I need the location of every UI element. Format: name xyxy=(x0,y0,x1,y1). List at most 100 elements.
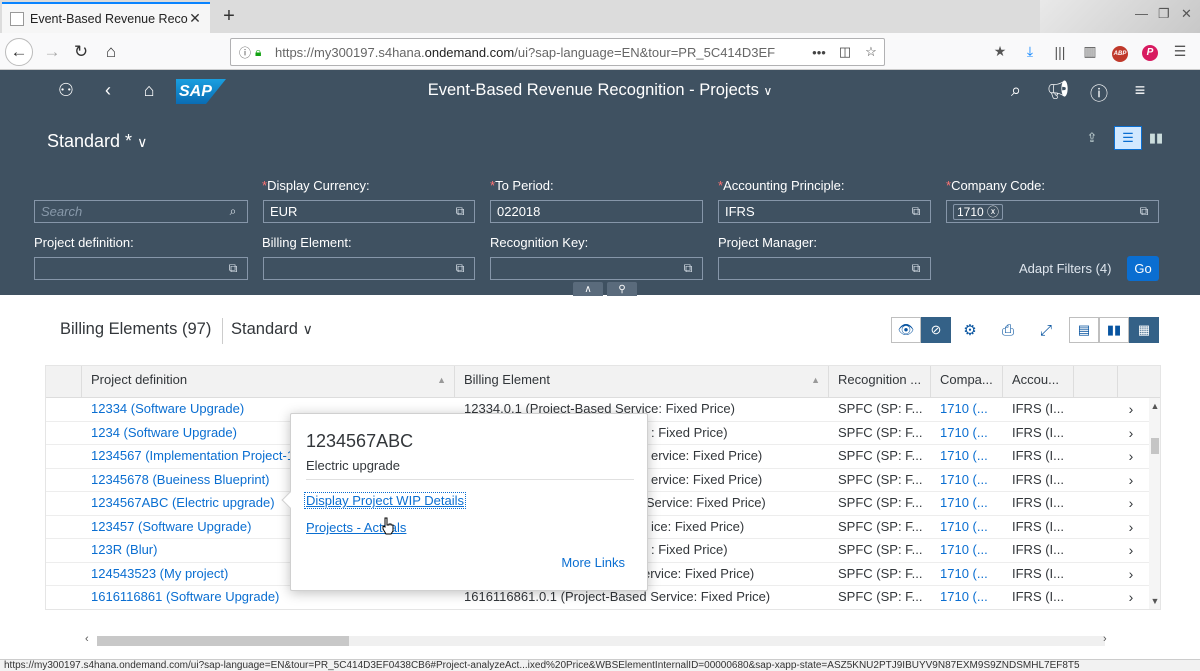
minimize-icon[interactable]: — xyxy=(1135,6,1148,21)
company-code-link[interactable]: 1710 (... xyxy=(931,469,1003,493)
scroll-down-icon[interactable]: ▼ xyxy=(1149,596,1160,606)
reload-icon[interactable]: ↻ xyxy=(67,38,95,66)
info-icon[interactable]: ⓘ xyxy=(239,44,255,61)
recognition-key-input[interactable]: ⧉ xyxy=(490,257,703,280)
lock-icon[interactable]: 🔒︎ xyxy=(255,45,271,60)
value-help-icon[interactable]: ⧉ xyxy=(908,261,924,276)
download-icon[interactable]: ⤓ xyxy=(1015,43,1045,60)
chart-table-view-icon[interactable]: ▤ xyxy=(1069,317,1099,343)
company-code-link[interactable]: 1710 (... xyxy=(931,516,1003,540)
pinterest-icon[interactable]: P xyxy=(1135,42,1165,61)
variant-selector[interactable]: Standard * ∨ xyxy=(47,131,147,152)
row-navigation-icon[interactable]: › xyxy=(1123,469,1139,491)
company-code-link[interactable]: 1710 (... xyxy=(931,586,1003,609)
company-code-link[interactable]: 1710 (... xyxy=(931,445,1003,469)
value-help-icon[interactable]: ⧉ xyxy=(908,204,924,219)
value-help-icon[interactable]: ⧉ xyxy=(452,261,468,276)
sap-logo[interactable]: SAP xyxy=(176,79,226,104)
show-details-icon[interactable]: 👁︎ xyxy=(891,317,921,343)
display-project-wip-details-link[interactable]: Display Project WIP Details xyxy=(304,492,466,509)
more-links-link[interactable]: More Links xyxy=(561,555,625,570)
project-manager-input[interactable]: ⧉ xyxy=(718,257,931,280)
value-help-icon[interactable]: ⧉ xyxy=(452,204,468,219)
column-header-accounting[interactable]: Accou... xyxy=(1003,366,1074,398)
close-window-icon[interactable]: ✕ xyxy=(1181,6,1192,22)
project-definition-input[interactable]: ⧉ xyxy=(34,257,248,280)
row-navigation-icon[interactable]: › xyxy=(1123,516,1139,538)
search-input[interactable]: Search ⌕ xyxy=(34,200,248,223)
help-icon[interactable]: ⓘ xyxy=(1087,80,1111,106)
to-period-input[interactable]: 022018 xyxy=(490,200,703,223)
home-icon[interactable]: ⌂ xyxy=(97,38,125,66)
row-navigation-icon[interactable]: › xyxy=(1123,445,1139,467)
adapt-filters-button[interactable]: Adapt Filters (4) xyxy=(1019,261,1111,276)
back-nav-icon[interactable]: ‹ xyxy=(96,80,120,101)
fullscreen-icon[interactable]: ⤢ xyxy=(1027,317,1065,343)
row-navigation-icon[interactable]: › xyxy=(1123,422,1139,444)
row-navigation-icon[interactable]: › xyxy=(1123,539,1139,561)
maximize-icon[interactable]: ❐ xyxy=(1158,6,1170,22)
chart-view-icon[interactable]: ▮▮ xyxy=(1142,126,1170,150)
horizontal-scroll-thumb[interactable] xyxy=(97,636,349,646)
company-code-link[interactable]: 1710 (... xyxy=(931,539,1003,563)
search-icon[interactable]: ⌕ xyxy=(225,204,241,219)
scroll-up-icon[interactable]: ▲ xyxy=(1149,401,1160,411)
me-area-icon[interactable]: ≡ xyxy=(1128,80,1152,101)
bookmarks-star-icon[interactable]: ★ xyxy=(985,43,1015,60)
table-variant-selector[interactable]: Standard ∨ xyxy=(231,320,313,339)
browser-tab[interactable]: Event-Based Revenue Recognition ✕ xyxy=(2,2,210,33)
row-selector-header[interactable] xyxy=(46,366,82,398)
share-icon[interactable]: ⇪ xyxy=(1078,126,1106,150)
pin-header-icon[interactable]: ⚲ xyxy=(607,282,637,296)
accounting-principle-input[interactable]: IFRS ⧉ xyxy=(718,200,931,223)
row-navigation-icon[interactable]: › xyxy=(1123,563,1139,585)
bookmark-star-icon[interactable]: ☆ xyxy=(858,44,884,60)
horizontal-scrollbar[interactable]: ‹ › xyxy=(45,633,1118,649)
company-code-link[interactable]: 1710 (... xyxy=(931,563,1003,587)
value-help-icon[interactable]: ⧉ xyxy=(680,261,696,276)
column-header-project-definition[interactable]: Project definition ▲ xyxy=(82,366,455,398)
display-currency-input[interactable]: EUR ⧉ xyxy=(263,200,475,223)
company-code-link[interactable]: 1710 (... xyxy=(931,492,1003,516)
library-icon[interactable]: ||| xyxy=(1045,44,1075,60)
billing-element-input[interactable]: ⧉ xyxy=(263,257,475,280)
company-code-link[interactable]: 1710 (... xyxy=(931,422,1003,446)
menu-icon[interactable]: ☰ xyxy=(1165,43,1195,60)
new-tab-icon[interactable]: + xyxy=(218,4,240,28)
table-view-icon[interactable]: ☰ xyxy=(1114,126,1142,150)
company-code-link[interactable]: 1710 (... xyxy=(931,398,1003,422)
user-icon[interactable]: ⚇ xyxy=(54,80,78,101)
project-definition-link[interactable]: 1234567 (Implementation Project-1) xyxy=(82,445,291,469)
row-navigation-icon[interactable]: › xyxy=(1123,586,1139,608)
adblock-icon[interactable]: ABP xyxy=(1105,42,1135,62)
hide-details-icon[interactable]: ⊘ xyxy=(921,317,951,343)
export-icon[interactable]: ⎙ xyxy=(989,317,1027,343)
close-tab-icon[interactable]: ✕ xyxy=(188,10,202,27)
forward-icon[interactable]: → xyxy=(38,38,66,66)
row-navigation-icon[interactable]: › xyxy=(1123,398,1139,420)
back-icon[interactable]: ← xyxy=(5,38,33,66)
search-icon[interactable]: ⌕ xyxy=(1004,80,1028,101)
column-header-company[interactable]: Compa... xyxy=(931,366,1003,398)
vertical-scrollbar[interactable]: ▲ ▼ xyxy=(1149,398,1160,609)
pocket-icon[interactable]: ◫ xyxy=(832,44,858,60)
scroll-left-icon[interactable]: ‹ xyxy=(85,633,89,645)
collapse-header-icon[interactable]: ∧ xyxy=(573,282,603,296)
company-code-token[interactable]: 1710 ⓧ xyxy=(953,204,1004,220)
column-header-recognition[interactable]: Recognition ... xyxy=(829,366,931,398)
address-bar[interactable]: ⓘ 🔒︎ https://my300197.s4hana.ondemand.co… xyxy=(230,38,885,66)
vertical-scroll-thumb[interactable] xyxy=(1151,438,1159,454)
column-header-billing-element[interactable]: Billing Element ▲ xyxy=(455,366,829,398)
sidebar-icon[interactable]: ▥ xyxy=(1075,43,1105,60)
notifications-megaphone-icon[interactable]: 📢︎ xyxy=(1046,80,1070,101)
go-button[interactable]: Go xyxy=(1127,256,1159,281)
row-navigation-icon[interactable]: › xyxy=(1123,492,1139,514)
app-title[interactable]: Event-Based Revenue Recognition - Projec… xyxy=(400,81,800,100)
company-code-input[interactable]: 1710 ⓧ ⧉ xyxy=(946,200,1159,223)
settings-gear-icon[interactable]: ⚙ xyxy=(951,317,989,343)
page-actions-icon[interactable]: ••• xyxy=(806,45,832,60)
scroll-right-icon[interactable]: › xyxy=(1103,633,1107,645)
chart-view-icon[interactable]: ▮▮ xyxy=(1099,317,1129,343)
remove-token-icon[interactable]: ⓧ xyxy=(987,205,999,219)
value-help-icon[interactable]: ⧉ xyxy=(225,261,241,276)
